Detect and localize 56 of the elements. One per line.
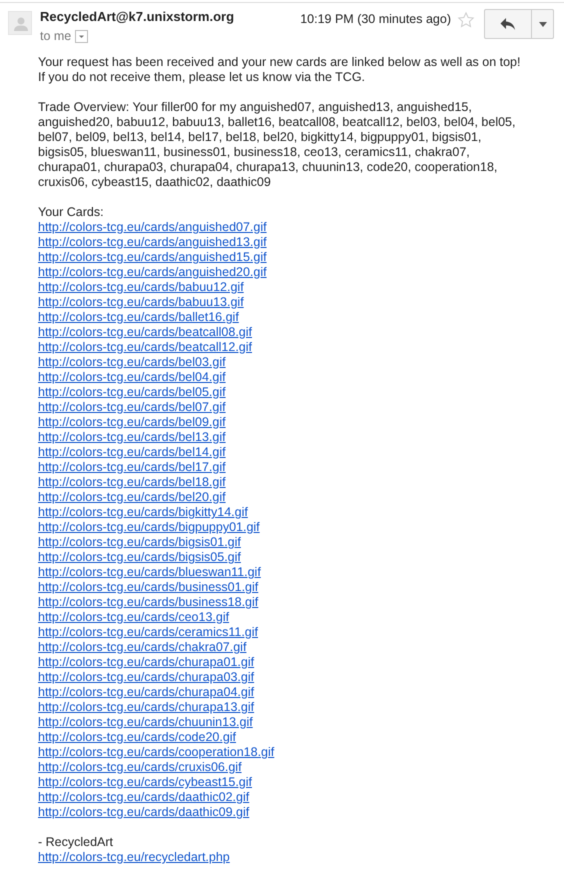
card-link[interactable]: http://colors-tcg.eu/cards/bel18.gif [38, 475, 226, 490]
card-link[interactable]: http://colors-tcg.eu/cards/anguished13.gif [38, 235, 267, 250]
reply-button[interactable] [484, 9, 532, 39]
card-link[interactable]: http://colors-tcg.eu/cards/chuunin13.gif [38, 715, 253, 730]
card-link[interactable]: http://colors-tcg.eu/cards/bel20.gif [38, 490, 226, 505]
card-link[interactable]: http://colors-tcg.eu/cards/business18.gif [38, 595, 258, 610]
card-link[interactable]: http://colors-tcg.eu/cards/anguished07.gif [38, 220, 267, 235]
card-link[interactable]: http://colors-tcg.eu/cards/cybeast15.gif [38, 775, 252, 790]
card-link[interactable]: http://colors-tcg.eu/cards/babuu13.gif [38, 295, 244, 310]
avatar-icon [8, 11, 32, 35]
sender-name: RecycledArt@k7.unixstorm.org [40, 9, 236, 24]
message-text: If you do not receive them, please let us know via the TCG. [38, 70, 366, 85]
card-link[interactable]: http://colors-tcg.eu/cards/bel17.gif [38, 460, 226, 475]
card-link[interactable]: http://colors-tcg.eu/cards/bigkitty14.gif [38, 505, 248, 520]
card-link[interactable]: http://colors-tcg.eu/cards/bel07.gif [38, 400, 226, 415]
card-link[interactable]: http://colors-tcg.eu/cards/daathic09.gif [38, 805, 250, 820]
card-link[interactable]: http://colors-tcg.eu/cards/cruxis06.gif [38, 760, 242, 775]
details-dropdown[interactable] [75, 30, 88, 43]
card-link[interactable]: http://colors-tcg.eu/cards/ceo13.gif [38, 610, 230, 625]
card-link[interactable]: http://colors-tcg.eu/cards/beatcall08.gif [38, 325, 252, 340]
section-heading: Your Cards: [38, 205, 105, 220]
card-link[interactable]: http://colors-tcg.eu/cards/bel13.gif [38, 430, 226, 445]
card-link[interactable]: http://colors-tcg.eu/cards/daathic02.gif [38, 790, 250, 805]
signature-text: - RecycledArt [38, 835, 114, 850]
recipient-label: to me [40, 29, 72, 44]
card-link[interactable]: http://colors-tcg.eu/cards/cooperation18.gif [38, 745, 274, 760]
card-link[interactable]: http://colors-tcg.eu/cards/business01.gif [38, 580, 258, 595]
star-icon[interactable] [457, 11, 475, 29]
card-link[interactable]: http://colors-tcg.eu/cards/bel04.gif [38, 370, 226, 385]
card-link[interactable]: http://colors-tcg.eu/cards/bel03.gif [38, 355, 226, 370]
card-link[interactable]: http://colors-tcg.eu/cards/babuu12.gif [38, 280, 244, 295]
card-link[interactable]: http://colors-tcg.eu/cards/churapa04.gif [38, 685, 254, 700]
card-link[interactable]: http://colors-tcg.eu/cards/chakra07.gif [38, 640, 246, 655]
card-link[interactable]: http://colors-tcg.eu/cards/ceramics11.gif [38, 625, 258, 640]
card-link[interactable]: http://colors-tcg.eu/cards/bigsis01.gif [38, 535, 241, 550]
trade-overview-text: Trade Overview: Your filler00 for my anguished07, anguished13, anguished15, anguished20, babuu12, babuu13, ballet16, beatcall08, beatcall12, bel03, bel04, bel05, bel07, bel09, bel13, bel14, bel17, bel18, bel20, bigkitty14, bigpuppy01, bigsis01, bigsis05, blueswan11, business01, business18, ceo13, ceramics11, chakra07, churapa01, churapa03, churapa04, churapa13, chuunin13, code20, cooperation18, cruxis06, cybeast15, daathic02, daathic09 [38, 100, 516, 190]
message-text: Your request has been received and your new cards are linked below as well as on top! [38, 55, 522, 70]
card-link[interactable]: http://colors-tcg.eu/cards/anguished15.gif [38, 250, 267, 265]
card-link[interactable]: http://colors-tcg.eu/cards/blueswan11.gif [38, 565, 261, 580]
card-link[interactable]: http://colors-tcg.eu/cards/ballet16.gif [38, 310, 239, 325]
card-link[interactable]: http://colors-tcg.eu/cards/anguished20.gif [38, 265, 267, 280]
card-link[interactable]: http://colors-tcg.eu/cards/churapa03.gif [38, 670, 254, 685]
more-button[interactable] [532, 9, 554, 39]
reply-icon [500, 17, 516, 31]
card-link[interactable]: http://colors-tcg.eu/cards/bel05.gif [38, 385, 226, 400]
card-link[interactable]: http://colors-tcg.eu/cards/bigsis05.gif [38, 550, 241, 565]
signature-link[interactable]: http://colors-tcg.eu/recycledart.php [38, 850, 230, 865]
card-link[interactable]: http://colors-tcg.eu/cards/bel14.gif [38, 445, 226, 460]
card-link[interactable]: http://colors-tcg.eu/cards/beatcall12.gif [38, 340, 252, 355]
card-link[interactable]: http://colors-tcg.eu/cards/bel09.gif [38, 415, 226, 430]
timestamp: 10:19 PM (30 minutes ago) [300, 12, 451, 27]
card-link[interactable]: http://colors-tcg.eu/cards/code20.gif [38, 730, 236, 745]
card-link[interactable]: http://colors-tcg.eu/cards/churapa01.gif [38, 655, 254, 670]
caret-icon [538, 22, 546, 26]
card-link[interactable]: http://colors-tcg.eu/cards/bigpuppy01.gif [38, 520, 260, 535]
card-link[interactable]: http://colors-tcg.eu/cards/churapa13.gif [38, 700, 254, 715]
